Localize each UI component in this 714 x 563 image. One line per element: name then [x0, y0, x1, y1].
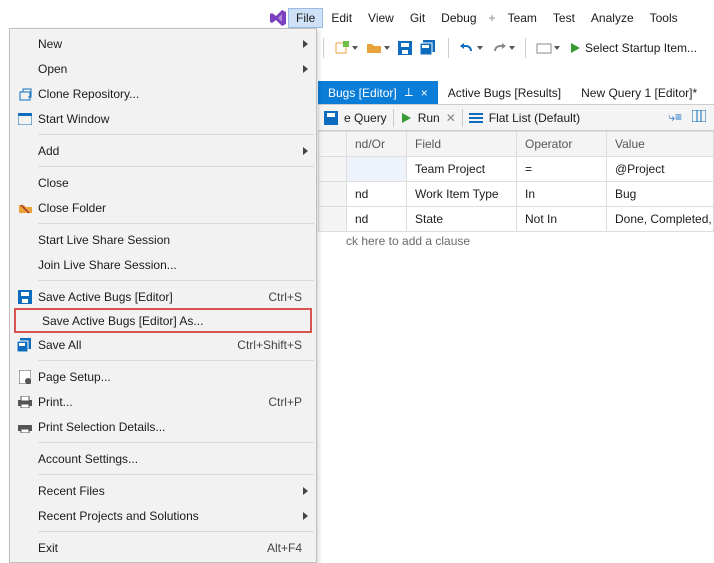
file-exit[interactable]: ExitAlt+F4: [10, 535, 316, 560]
file-clone[interactable]: Clone Repository...: [10, 81, 316, 106]
run-play-icon: [400, 112, 412, 124]
flat-list-select[interactable]: Flat List (Default): [489, 111, 580, 125]
chevron-right-icon: [303, 65, 308, 73]
tab-active-bugs-results[interactable]: Active Bugs [Results]: [438, 82, 571, 104]
file-add[interactable]: Add: [10, 138, 316, 163]
file-open[interactable]: Open: [10, 56, 316, 81]
close-icon[interactable]: ×: [421, 86, 428, 100]
menu-analyze[interactable]: Analyze: [583, 8, 642, 28]
run-button[interactable]: Run: [418, 111, 440, 125]
file-save[interactable]: Save Active Bugs [Editor]Ctrl+S: [10, 284, 316, 309]
pin-icon[interactable]: ⟂: [405, 85, 413, 100]
row-handle-header: [319, 132, 347, 157]
grid-header: nd/Or Field Operator Value: [319, 132, 714, 157]
tab-active-bugs-editor[interactable]: Bugs [Editor] ⟂ ×: [318, 81, 438, 104]
col-operator[interactable]: Operator: [517, 132, 607, 157]
chevron-right-icon: [303, 487, 308, 495]
grid-row[interactable]: nd Work Item TypeInBug: [319, 182, 714, 207]
menu-file[interactable]: File: [288, 8, 323, 28]
file-start-live-share[interactable]: Start Live Share Session: [10, 227, 316, 252]
redo-icon[interactable]: [488, 39, 518, 57]
plus-icon: +: [485, 11, 500, 25]
query-toolbar: e Query Run ✕ Flat List (Default) ⤷≡: [318, 104, 714, 131]
print-selection-icon: [12, 421, 38, 433]
menu-edit[interactable]: Edit: [323, 8, 360, 28]
chevron-right-icon: [303, 512, 308, 520]
file-account-settings[interactable]: Account Settings...: [10, 446, 316, 471]
tree-icon[interactable]: ⤷≡: [668, 110, 686, 125]
col-field[interactable]: Field: [407, 132, 517, 157]
vs-logo-icon: [268, 8, 288, 28]
menu-debug[interactable]: Debug: [433, 8, 484, 28]
flatlist-icon: [469, 112, 483, 124]
query-grid: nd/Or Field Operator Value Team Project=…: [318, 131, 714, 232]
menu-test[interactable]: Test: [545, 8, 583, 28]
chevron-right-icon: [303, 40, 308, 48]
tab-label: Bugs [Editor]: [328, 86, 397, 100]
startup-label: Select Startup Item...: [585, 41, 697, 55]
file-page-setup[interactable]: Page Setup...: [10, 364, 316, 389]
save-query-icon[interactable]: [324, 111, 338, 125]
close-folder-icon: [12, 202, 38, 214]
columns-icon[interactable]: [692, 110, 714, 125]
config-icon[interactable]: [533, 39, 563, 57]
open-icon[interactable]: [363, 38, 393, 58]
chevron-right-icon: [303, 147, 308, 155]
menu-view[interactable]: View: [360, 8, 402, 28]
save-all-icon[interactable]: [417, 38, 441, 58]
file-close[interactable]: Close: [10, 170, 316, 195]
save-icon: [12, 290, 38, 304]
stop-icon[interactable]: ✕: [446, 111, 456, 125]
menu-git[interactable]: Git: [402, 8, 433, 28]
undo-icon[interactable]: [456, 39, 486, 57]
print-icon: [12, 396, 38, 408]
file-print-selection[interactable]: Print Selection Details...: [10, 414, 316, 439]
menu-tools[interactable]: Tools: [642, 8, 686, 28]
save-icon[interactable]: [395, 39, 415, 57]
startup-selector[interactable]: Select Startup Item...: [565, 39, 701, 57]
file-close-folder[interactable]: Close Folder: [10, 195, 316, 220]
window-icon: [12, 113, 38, 125]
col-andor[interactable]: nd/Or: [347, 132, 407, 157]
play-icon: [569, 42, 581, 54]
file-print[interactable]: Print...Ctrl+P: [10, 389, 316, 414]
file-save-as[interactable]: Save Active Bugs [Editor] As...: [14, 308, 312, 333]
col-value[interactable]: Value: [607, 132, 714, 157]
file-start-window[interactable]: Start Window: [10, 106, 316, 131]
new-project-icon[interactable]: [331, 38, 361, 58]
clone-icon: [12, 87, 38, 101]
page-setup-icon: [12, 370, 38, 384]
tab-new-query[interactable]: New Query 1 [Editor]*: [571, 82, 707, 104]
file-menu: New Open Clone Repository... Start Windo…: [9, 28, 317, 563]
save-query-label: e Query: [344, 111, 387, 125]
file-join-live-share[interactable]: Join Live Share Session...: [10, 252, 316, 277]
add-clause-hint[interactable]: ck here to add a clause: [346, 234, 470, 248]
main-toolbar: Select Startup Item...: [318, 34, 701, 62]
file-recent-files[interactable]: Recent Files: [10, 478, 316, 503]
save-all-icon: [12, 338, 38, 352]
menubar: File Edit View Git Debug + Team Test Ana…: [268, 6, 686, 30]
doc-tabs: Bugs [Editor] ⟂ × Active Bugs [Results] …: [318, 80, 707, 104]
menu-team[interactable]: Team: [500, 8, 545, 28]
file-save-all[interactable]: Save AllCtrl+Shift+S: [10, 332, 316, 357]
file-new[interactable]: New: [10, 31, 316, 56]
grid-row[interactable]: Team Project=@Project: [319, 157, 714, 182]
file-recent-projects[interactable]: Recent Projects and Solutions: [10, 503, 316, 528]
grid-row[interactable]: nd StateNot InDone, Completed,: [319, 207, 714, 232]
